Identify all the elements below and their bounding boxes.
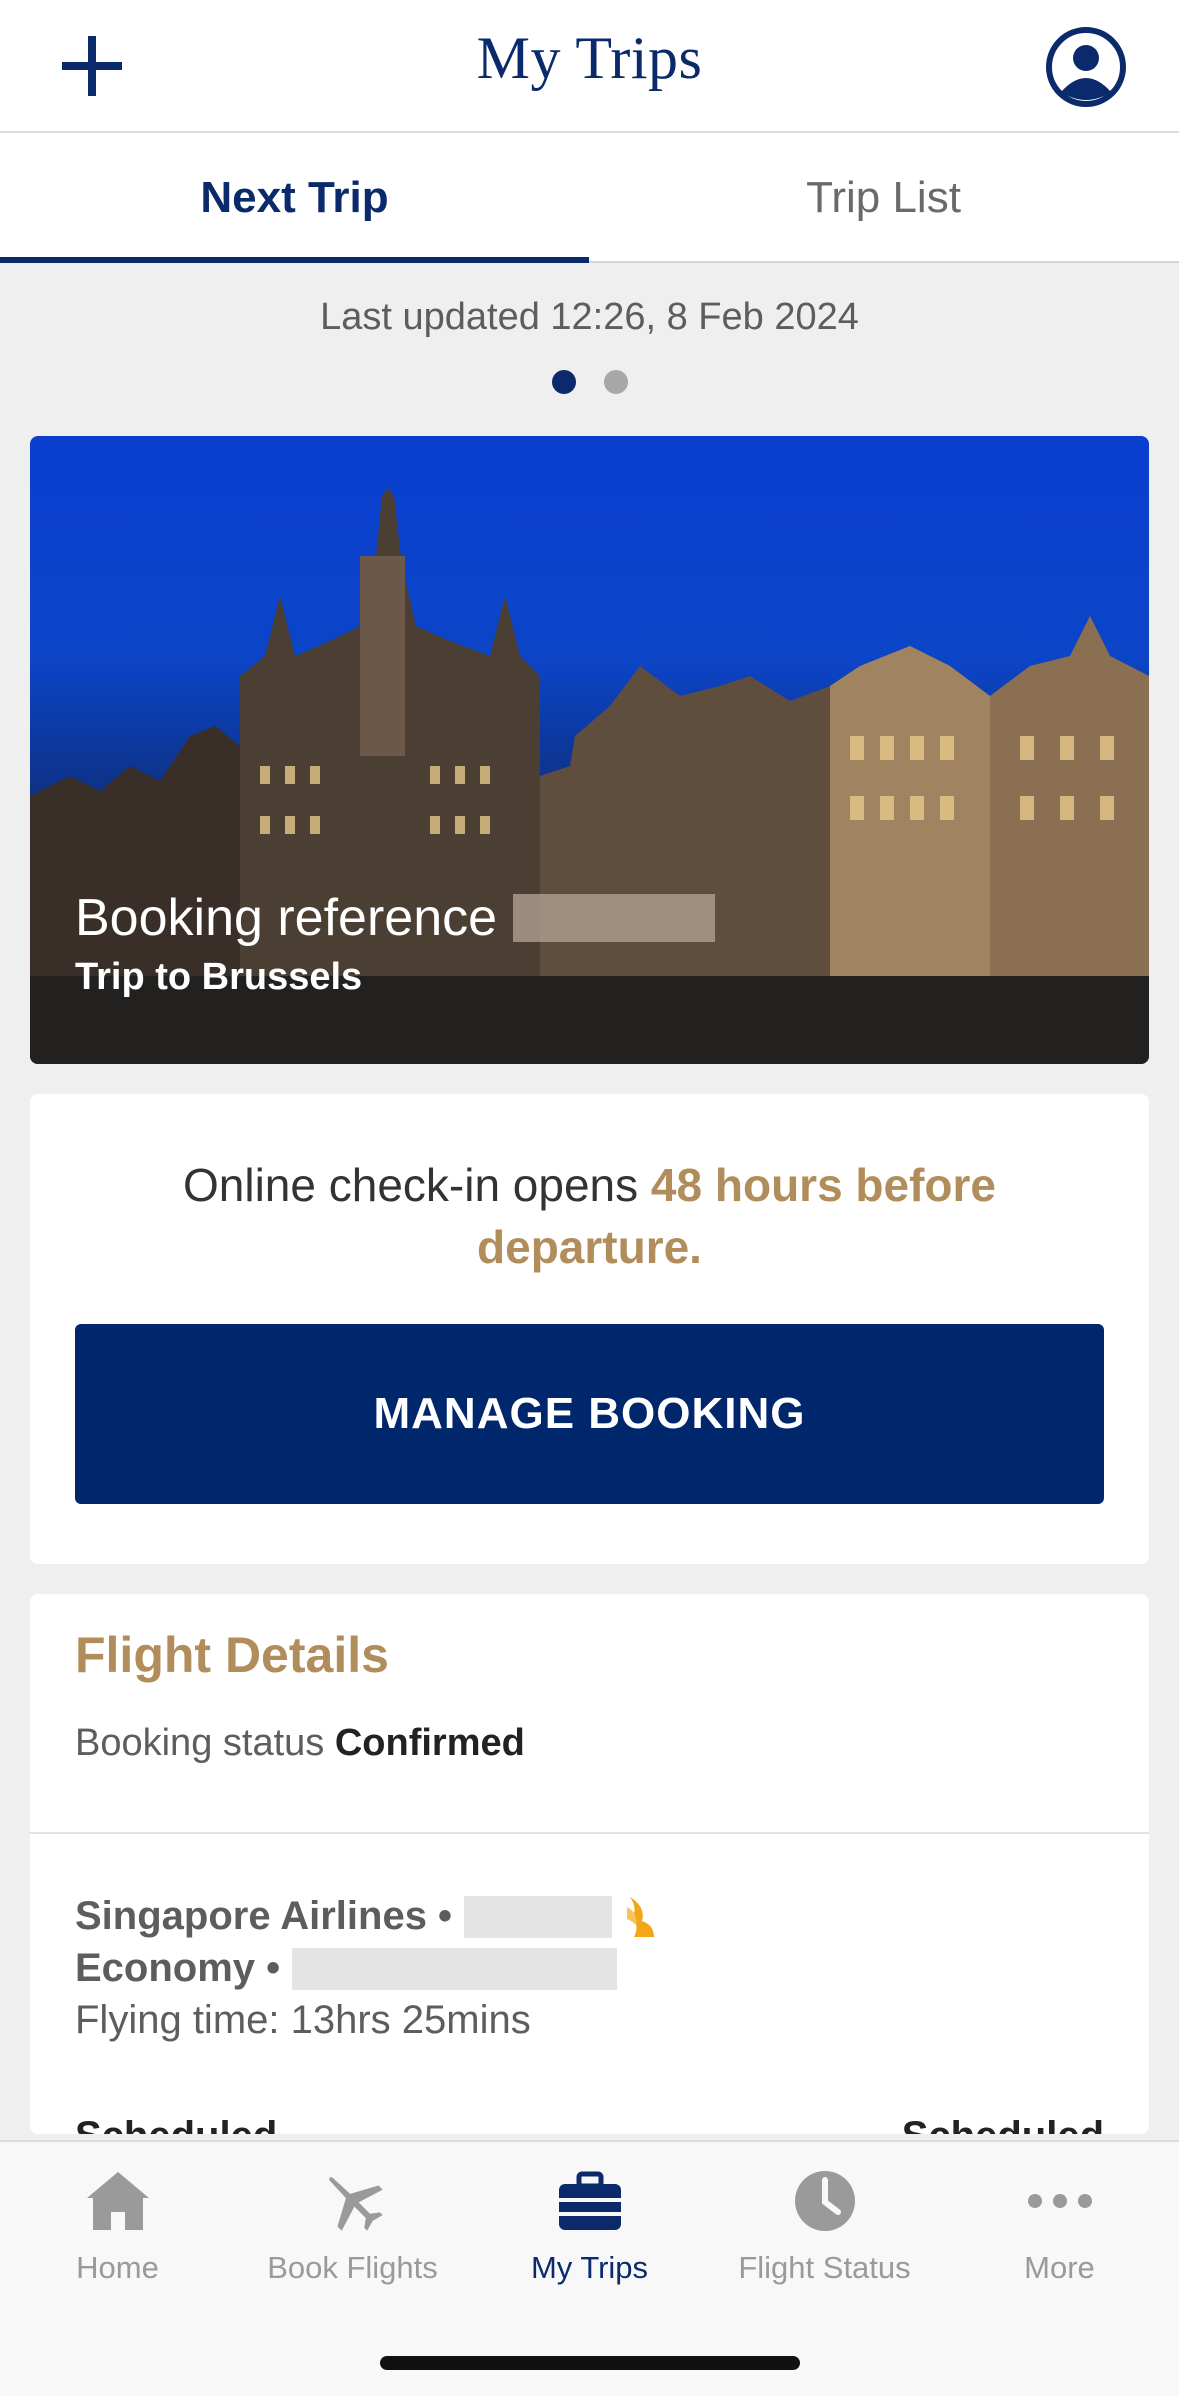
last-updated-text: Last updated 12:26, 8 Feb 2024 xyxy=(320,296,859,338)
nav-home-label: Home xyxy=(76,2250,159,2285)
page-dot-2[interactable] xyxy=(603,370,628,394)
nav-flight-status-label: Flight Status xyxy=(738,2250,911,2285)
airplane-icon xyxy=(328,2177,383,2231)
booking-reference-redacted xyxy=(513,894,716,942)
nav-book-flights[interactable]: Book Flights xyxy=(235,2166,470,2316)
cabin-class: Economy • xyxy=(75,1946,281,1990)
profile-button[interactable] xyxy=(1045,26,1127,108)
tab-trip-list[interactable]: Trip List xyxy=(589,133,1178,263)
nav-home[interactable]: Home xyxy=(0,2166,235,2316)
top-header: My Trips xyxy=(0,0,1179,133)
home-icon xyxy=(86,2172,149,2230)
cabin-row: Economy • xyxy=(75,1946,618,1991)
nav-more[interactable]: More xyxy=(942,2166,1177,2316)
home-indicator xyxy=(380,2356,800,2370)
tab-next-trip[interactable]: Next Trip xyxy=(0,133,589,263)
nav-my-trips[interactable]: My Trips xyxy=(472,2166,707,2316)
nav-more-label: More xyxy=(1024,2250,1095,2285)
checkin-message-prefix: Online check-in opens xyxy=(182,1159,651,1211)
manage-booking-button[interactable]: MANAGE BOOKING xyxy=(75,1324,1104,1504)
checkin-message: Online check-in opens 48 hours before de… xyxy=(90,1154,1089,1278)
page-dot-1[interactable] xyxy=(551,370,576,394)
booking-reference-label: Booking reference xyxy=(75,889,498,947)
nav-book-flights-label: Book Flights xyxy=(267,2250,438,2285)
aircraft-redacted xyxy=(292,1947,618,1990)
flight-number-redacted xyxy=(464,1895,613,1938)
user-circle-icon xyxy=(1046,27,1126,107)
page-indicator xyxy=(0,370,1179,394)
booking-reference: Booking reference xyxy=(75,888,716,948)
singapore-airlines-bird-icon xyxy=(627,1896,655,1937)
flying-time: Flying time: 13hrs 25mins xyxy=(75,1998,531,2042)
clock-icon xyxy=(794,2171,855,2231)
airline-name: Singapore Airlines • xyxy=(75,1894,453,1938)
nav-flight-status[interactable]: Flight Status xyxy=(707,2166,942,2316)
nav-my-trips-label: My Trips xyxy=(530,2250,649,2285)
trip-tabs: Next Trip Trip List xyxy=(0,133,1179,263)
booking-status-label: Booking status xyxy=(75,1722,325,1764)
suitcase-icon xyxy=(558,2171,621,2230)
card-divider xyxy=(30,1832,1149,1834)
booking-status: Booking status Confirmed xyxy=(75,1722,525,1765)
arrival-status: Scheduled xyxy=(902,2114,1104,2134)
page-title: My Trips xyxy=(476,25,703,91)
trip-name: Trip to Brussels xyxy=(75,956,363,998)
checkin-card: Online check-in opens 48 hours before de… xyxy=(30,1094,1149,1564)
airline-row: Singapore Airlines • xyxy=(75,1894,658,1939)
trip-hero-card[interactable]: Booking reference Trip to Brussels xyxy=(30,436,1149,1064)
booking-status-value: Confirmed xyxy=(334,1722,525,1764)
bottom-navigation: Home Book Flights My Trips Flight Status xyxy=(0,2140,1179,2396)
flight-details-title: Flight Details xyxy=(75,1627,389,1683)
more-dots-icon xyxy=(1027,2194,1092,2208)
active-tab-indicator xyxy=(0,257,589,263)
departure-status: Scheduled xyxy=(75,2114,277,2134)
flight-details-card: Flight Details Booking status Confirmed … xyxy=(30,1594,1149,2134)
